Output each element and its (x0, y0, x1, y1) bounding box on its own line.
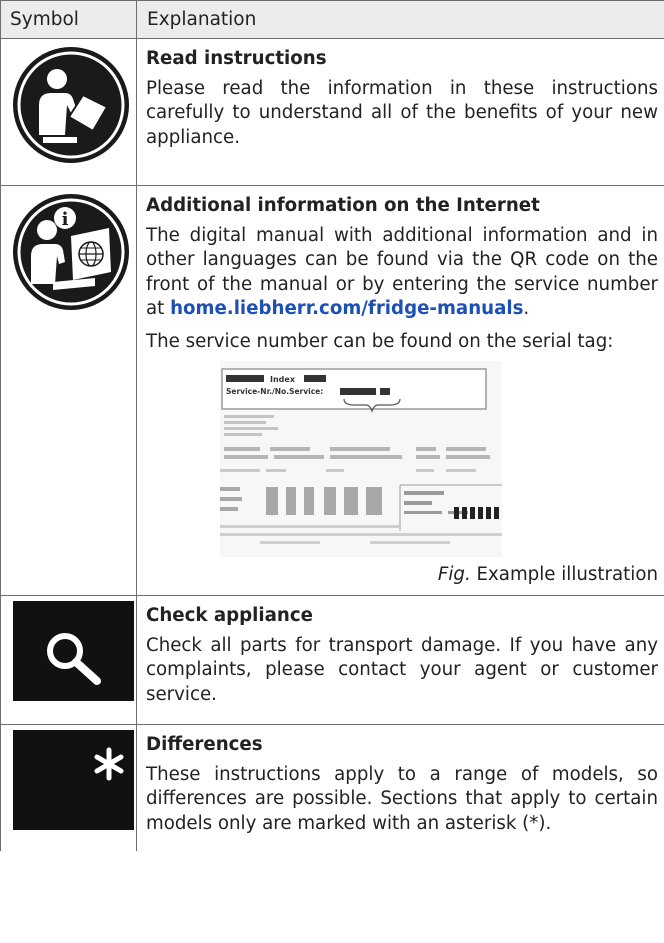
explanation-cell: Additional information on the Internet T… (136, 184, 664, 597)
table-header: Symbol Explanation (0, 0, 664, 39)
caption-text: Example illustration (476, 563, 658, 585)
row-text: Please read the information in these ins… (146, 77, 658, 148)
explanation-cell: Read instructions Please read the inform… (136, 38, 664, 186)
header-explanation: Explanation (136, 0, 664, 39)
svg-text:i: i (62, 209, 69, 230)
row-title: Additional information on the Internet (146, 195, 540, 216)
table-row: Read instructions Please read the inform… (0, 38, 664, 186)
figure-label-index: Index (270, 375, 296, 384)
figure-caption: Fig. Example illustration (146, 563, 658, 588)
manuals-link[interactable]: home.liebherr.com/fridge-manuals (170, 298, 523, 319)
symbol-cell: i (0, 184, 137, 597)
table-row: Check appliance Check all parts for tran… (0, 595, 664, 726)
magnifier-icon (13, 601, 134, 702)
symbol-table: Symbol Explanation Read instructions Ple… (0, 0, 664, 851)
row-text-2: The service number can be found on the s… (146, 330, 614, 352)
serial-tag-figure: Index Service-Nr./No.Service: (220, 360, 502, 557)
symbol-cell (0, 724, 137, 851)
read-instructions-icon (13, 47, 129, 163)
header-symbol: Symbol (0, 0, 137, 39)
row-text: These instructions apply to a range of m… (146, 763, 658, 834)
caption-fig: Fig. (437, 563, 471, 585)
table-row: i Additional information on the Internet… (0, 184, 664, 597)
row-text: Check all parts for transport damage. If… (146, 634, 658, 705)
asterisk-icon (13, 730, 134, 831)
row-title: Read instructions (146, 48, 327, 69)
row-title: Check appliance (146, 605, 313, 627)
row-text-part: . (523, 298, 530, 320)
internet-info-icon: i (13, 194, 129, 310)
figure-label-service: Service-Nr./No.Service: (226, 387, 323, 396)
table-row: Differences These instructions apply to … (0, 724, 664, 851)
row-title: Differences (146, 734, 263, 756)
row-text: The digital manual with additional infor… (146, 224, 658, 322)
explanation-cell: Check appliance Check all parts for tran… (136, 595, 664, 726)
symbol-cell (0, 595, 137, 726)
symbol-cell (0, 38, 137, 186)
explanation-cell: Differences These instructions apply to … (136, 724, 664, 851)
